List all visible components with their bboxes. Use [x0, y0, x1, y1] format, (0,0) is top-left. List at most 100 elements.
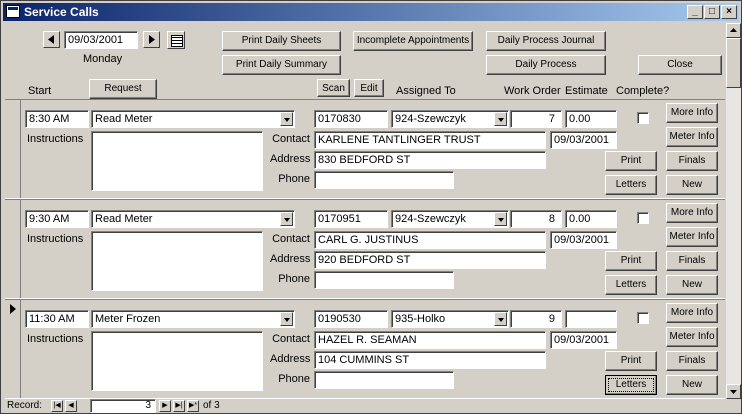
phone-field[interactable] [314, 271, 454, 289]
more-info-button[interactable]: More Info [666, 103, 718, 123]
last-record-button[interactable]: ▶| [173, 400, 185, 412]
letters-button[interactable]: Letters [605, 375, 657, 395]
daily-process-journal-button[interactable]: Daily Process Journal [486, 31, 606, 51]
previous-record-button[interactable]: ◀ [65, 400, 77, 412]
print-button[interactable]: Print [605, 151, 657, 171]
record-selector[interactable] [5, 100, 21, 198]
service-type-value: Meter Frozen [95, 313, 161, 325]
current-record-field[interactable]: 3 [90, 399, 156, 413]
maximize-button[interactable]: □ [704, 5, 720, 19]
vertical-scrollbar[interactable] [726, 23, 741, 399]
letters-button[interactable]: Letters [605, 275, 657, 295]
work-order-field[interactable]: 7 [510, 110, 562, 128]
finals-button[interactable]: Finals [666, 351, 718, 371]
address-field[interactable]: 830 BEDFORD ST [314, 151, 546, 169]
dropdown-arrow-icon[interactable] [494, 312, 507, 326]
dropdown-arrow-icon[interactable] [280, 212, 293, 226]
close-button[interactable]: Close [638, 55, 722, 75]
account-field[interactable]: 0170830 [314, 110, 388, 128]
scroll-thumb[interactable] [726, 38, 741, 88]
complete-checkbox[interactable] [637, 212, 649, 224]
account-field[interactable]: 0190530 [314, 310, 388, 328]
new-button[interactable]: New [666, 375, 718, 395]
daily-process-button[interactable]: Daily Process [486, 55, 606, 75]
finals-button[interactable]: Finals [666, 251, 718, 271]
service-type-combo[interactable]: Read Meter [91, 210, 295, 228]
account-field[interactable]: 0170951 [314, 210, 388, 228]
dropdown-arrow-icon[interactable] [280, 112, 293, 126]
scroll-up-button[interactable] [726, 23, 741, 38]
instructions-field[interactable] [91, 231, 263, 291]
contact-field[interactable]: KARLENE TANTLINGER TRUST [314, 131, 546, 149]
letters-button[interactable]: Letters [605, 175, 657, 195]
finals-button[interactable]: Finals [666, 151, 718, 171]
address-field[interactable]: 104 CUMMINS ST [314, 351, 546, 369]
instructions-field[interactable] [91, 331, 263, 391]
estimate-field[interactable]: 0.00 [565, 110, 617, 128]
record-label: Record: [7, 400, 43, 411]
service-type-combo[interactable]: Read Meter [91, 110, 295, 128]
minimize-button[interactable]: _ [687, 5, 703, 19]
next-date-button[interactable] [143, 31, 160, 48]
new-button[interactable]: New [666, 175, 718, 195]
address-field[interactable]: 920 BEDFORD ST [314, 251, 546, 269]
phone-field[interactable] [314, 371, 454, 389]
service-type-combo[interactable]: Meter Frozen [91, 310, 295, 328]
estimate-column-header: Estimate [565, 85, 608, 97]
dropdown-arrow-icon[interactable] [280, 312, 293, 326]
service-type-value: Read Meter [95, 213, 153, 225]
scroll-down-button[interactable] [726, 384, 741, 399]
next-record-button[interactable]: ▶ [159, 400, 171, 412]
close-window-button[interactable]: × [721, 5, 737, 19]
edit-button[interactable]: Edit [354, 79, 384, 97]
service-call-record: 9:30 AM Read Meter 0170951 924-Szewczyk … [5, 199, 725, 299]
new-record-button[interactable]: ▶* [187, 400, 199, 412]
scan-button[interactable]: Scan [317, 79, 350, 97]
contact-field[interactable]: HAZEL R. SEAMAN [314, 331, 546, 349]
call-date-field[interactable]: 09/03/2001 [550, 231, 617, 249]
print-daily-sheets-button[interactable]: Print Daily Sheets [222, 31, 341, 51]
title-bar[interactable]: Service Calls _ □ × [3, 3, 739, 21]
record-selector[interactable] [5, 200, 21, 298]
estimate-field[interactable] [565, 310, 617, 328]
more-info-button[interactable]: More Info [666, 303, 718, 323]
new-button[interactable]: New [666, 275, 718, 295]
instructions-field[interactable] [91, 131, 263, 191]
dropdown-arrow-icon[interactable] [494, 112, 507, 126]
contact-field[interactable]: CARL G. JUSTINUS [314, 231, 546, 249]
request-button[interactable]: Request [89, 79, 157, 99]
meter-info-button[interactable]: Meter Info [666, 227, 718, 247]
address-label: Address [270, 353, 311, 365]
phone-field[interactable] [314, 171, 454, 189]
right-arrow-icon [149, 35, 155, 44]
record-selector[interactable] [5, 300, 21, 398]
print-button[interactable]: Print [605, 351, 657, 371]
incomplete-appointments-button[interactable]: Incomplete Appointments [353, 31, 473, 51]
service-call-record: 11:30 AM Meter Frozen 0190530 935-Holko … [5, 299, 725, 399]
complete-checkbox[interactable] [637, 112, 649, 124]
call-date-field[interactable]: 09/03/2001 [550, 331, 617, 349]
instructions-label: Instructions [27, 133, 84, 145]
estimate-field[interactable]: 0.00 [565, 210, 617, 228]
print-button[interactable]: Print [605, 251, 657, 271]
assigned-to-combo[interactable]: 935-Holko [391, 310, 509, 328]
more-info-button[interactable]: More Info [666, 203, 718, 223]
print-daily-summary-button[interactable]: Print Daily Summary [222, 55, 341, 75]
date-field[interactable]: 09/03/2001 [64, 31, 138, 49]
call-date-field[interactable]: 09/03/2001 [550, 131, 617, 149]
complete-checkbox[interactable] [637, 312, 649, 324]
dropdown-arrow-icon[interactable] [494, 212, 507, 226]
start-time-field[interactable]: 11:30 AM [25, 310, 89, 328]
start-time-field[interactable]: 8:30 AM [25, 110, 89, 128]
first-record-button[interactable]: |◀ [51, 400, 63, 412]
instructions-label: Instructions [27, 233, 84, 245]
work-order-field[interactable]: 8 [510, 210, 562, 228]
meter-info-button[interactable]: Meter Info [666, 127, 718, 147]
meter-info-button[interactable]: Meter Info [666, 327, 718, 347]
calendar-icon[interactable] [167, 31, 185, 49]
prev-date-button[interactable] [43, 31, 60, 48]
assigned-to-combo[interactable]: 924-Szewczyk [391, 110, 509, 128]
assigned-to-combo[interactable]: 924-Szewczyk [391, 210, 509, 228]
work-order-field[interactable]: 9 [510, 310, 562, 328]
start-time-field[interactable]: 9:30 AM [25, 210, 89, 228]
